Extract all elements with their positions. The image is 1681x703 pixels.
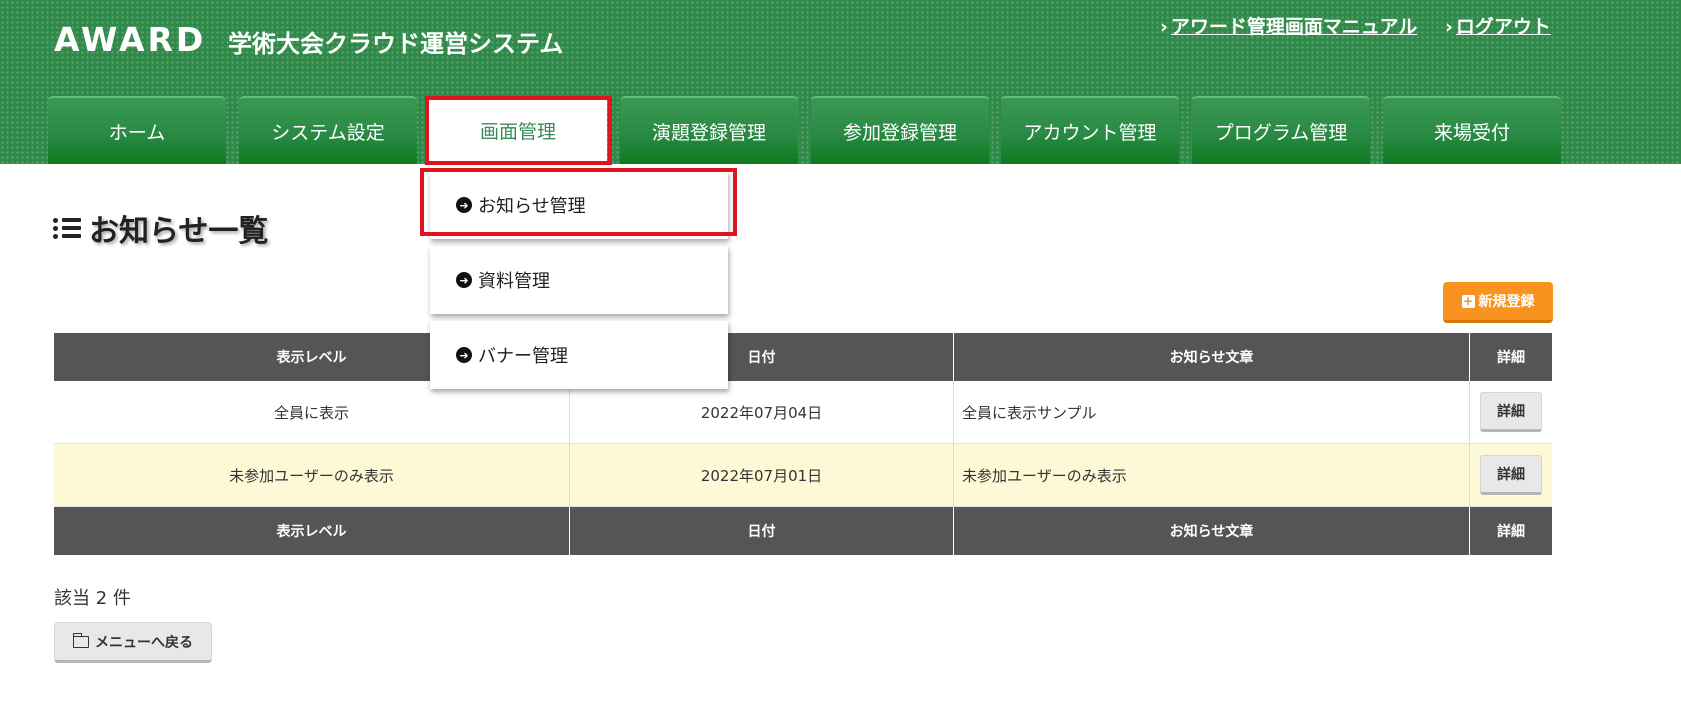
cell-detail: 詳細 xyxy=(1470,444,1552,506)
dropdown-item-banner-management[interactable]: ➜ バナー管理 xyxy=(430,321,728,389)
page-title: お知らせ一覧 xyxy=(53,206,268,250)
dropdown-item-label: バナー管理 xyxy=(478,346,568,367)
cell-level: 全員に表示 xyxy=(54,381,570,443)
tab-participant-registration[interactable]: 参加登録管理 xyxy=(811,96,989,164)
tab-label: 画面管理 xyxy=(479,120,556,143)
folder-open-icon xyxy=(72,632,89,648)
column-footer-detail: 詳細 xyxy=(1497,524,1525,540)
column-footer-level: 表示レベル xyxy=(54,507,570,555)
table-footer-row: 表示レベル 日付 お知らせ文章 詳細 xyxy=(54,507,1552,555)
tab-screen-management[interactable]: 画面管理 xyxy=(429,96,607,164)
cell-level: 未参加ユーザーのみ表示 xyxy=(54,444,570,506)
back-to-menu-button[interactable]: メニューへ戻る xyxy=(54,622,212,663)
cell-text: 未参加ユーザーのみ表示 xyxy=(954,444,1470,506)
tab-label: アカウント管理 xyxy=(1023,121,1157,144)
tab-label: 演題登録管理 xyxy=(651,121,766,144)
manual-link[interactable]: › アワード管理画面マニュアル xyxy=(1160,12,1417,39)
cell-text: 全員に表示サンプル xyxy=(954,381,1470,443)
table-row: 全員に表示 2022年07月04日 全員に表示サンプル 詳細 xyxy=(54,381,1552,444)
award-logo[interactable]: AWARD xyxy=(54,20,206,59)
detail-button[interactable]: 詳細 xyxy=(1480,392,1542,432)
detail-button[interactable]: 詳細 xyxy=(1480,455,1542,495)
logout-link-label: ログアウト xyxy=(1455,16,1551,38)
cell-detail: 詳細 xyxy=(1470,381,1552,443)
tab-label: ホーム xyxy=(108,121,166,144)
chevron-right-icon: › xyxy=(1160,16,1168,38)
arrow-circle-right-icon: ➜ xyxy=(456,197,472,213)
list-icon xyxy=(53,216,81,240)
chevron-right-icon: › xyxy=(1445,16,1453,38)
tab-reception[interactable]: 来場受付 xyxy=(1383,96,1561,164)
header: AWARD 学術大会クラウド運営システム › アワード管理画面マニュアル › ログア… xyxy=(0,0,1681,164)
system-title: 学術大会クラウド運営システム xyxy=(228,30,564,58)
column-footer-text: お知らせ文章 xyxy=(954,507,1470,555)
arrow-circle-right-icon: ➜ xyxy=(456,272,472,288)
cell-date: 2022年07月04日 xyxy=(570,381,954,443)
tab-home[interactable]: ホーム xyxy=(48,96,226,164)
new-registration-button[interactable]: + 新規登録 xyxy=(1443,282,1553,323)
dropdown-item-material-management[interactable]: ➜ 資料管理 xyxy=(430,246,728,314)
arrow-circle-right-icon: ➜ xyxy=(456,347,472,363)
tab-system-settings[interactable]: システム設定 xyxy=(239,96,417,164)
tab-program-management[interactable]: プログラム管理 xyxy=(1192,96,1370,164)
column-footer-text-label: お知らせ文章 xyxy=(1169,524,1254,540)
table-row: 未参加ユーザーのみ表示 2022年07月01日 未参加ユーザーのみ表示 詳細 xyxy=(54,444,1552,507)
manual-link-label: アワード管理画面マニュアル xyxy=(1170,16,1418,38)
plus-icon: + xyxy=(1461,294,1475,308)
column-header-detail: 詳細 xyxy=(1497,350,1525,366)
column-header-text-label: お知らせ文章 xyxy=(1169,350,1254,366)
tab-label: システム設定 xyxy=(271,121,385,144)
tab-account-management[interactable]: アカウント管理 xyxy=(1001,96,1179,164)
tab-abstract-registration[interactable]: 演題登録管理 xyxy=(620,96,798,164)
tab-label: 参加登録管理 xyxy=(842,121,957,144)
tab-label: 来場受付 xyxy=(1433,121,1510,144)
dropdown-item-label: 資料管理 xyxy=(478,271,550,292)
dropdown-item-label: お知らせ管理 xyxy=(478,196,586,217)
tab-label: プログラム管理 xyxy=(1214,121,1348,144)
column-header-text[interactable]: お知らせ文章 xyxy=(954,333,1470,381)
logout-link[interactable]: › ログアウト xyxy=(1445,12,1551,39)
result-count: 該当 2 件 xyxy=(54,588,131,609)
notice-table: 表示レベル 日付 お知らせ文章 詳細 全員に表示 2022年07月04日 全員に… xyxy=(54,333,1552,555)
page-title-text: お知らせ一覧 xyxy=(89,214,269,249)
dropdown-item-notice-management[interactable]: ➜ お知らせ管理 xyxy=(430,171,728,239)
cell-date: 2022年07月01日 xyxy=(570,444,954,506)
new-registration-label: 新規登録 xyxy=(1478,294,1535,310)
column-footer-date: 日付 xyxy=(570,507,954,555)
table-header-row: 表示レベル 日付 お知らせ文章 詳細 xyxy=(54,333,1552,381)
back-to-menu-label: メニューへ戻る xyxy=(95,634,193,651)
